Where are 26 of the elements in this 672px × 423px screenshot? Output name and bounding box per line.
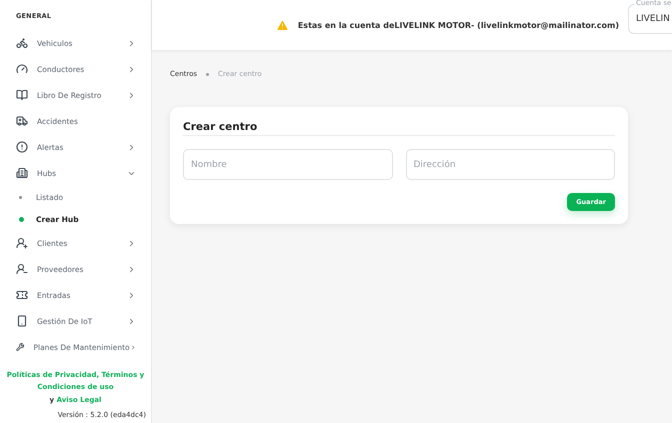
ticket-icon xyxy=(16,289,28,301)
chevron-right-icon xyxy=(127,90,136,100)
user-remove-icon xyxy=(16,263,28,275)
chevron-right-icon xyxy=(127,64,136,74)
warning-icon xyxy=(276,18,289,32)
wrench-icon xyxy=(16,341,24,353)
chevron-right-icon xyxy=(127,238,136,248)
building-icon xyxy=(16,167,28,179)
breadcrumb-separator-icon xyxy=(206,72,210,76)
phone-icon xyxy=(16,315,28,327)
book-icon xyxy=(16,89,28,101)
bicycle-icon xyxy=(16,37,28,49)
ambulance-icon xyxy=(16,115,28,127)
chevron-right-icon xyxy=(127,142,136,152)
gauge-icon xyxy=(16,63,28,75)
form-title: Crear centro xyxy=(183,121,615,136)
user-add-icon xyxy=(16,237,28,249)
chevron-right-icon xyxy=(127,38,136,48)
input-field[interactable]: Nombre xyxy=(183,149,392,180)
chevron-right-icon xyxy=(130,342,136,352)
alert-icon xyxy=(16,141,28,153)
account-notice: Estas en la cuenta deLIVELINK MOTOR- (livelinkmotor@mailinator.com) xyxy=(298,20,619,30)
chevron-right-icon xyxy=(127,316,136,326)
chevron-right-icon xyxy=(127,264,136,274)
input-field[interactable]: Dirección xyxy=(406,149,615,180)
chevron-right-icon xyxy=(127,290,136,300)
